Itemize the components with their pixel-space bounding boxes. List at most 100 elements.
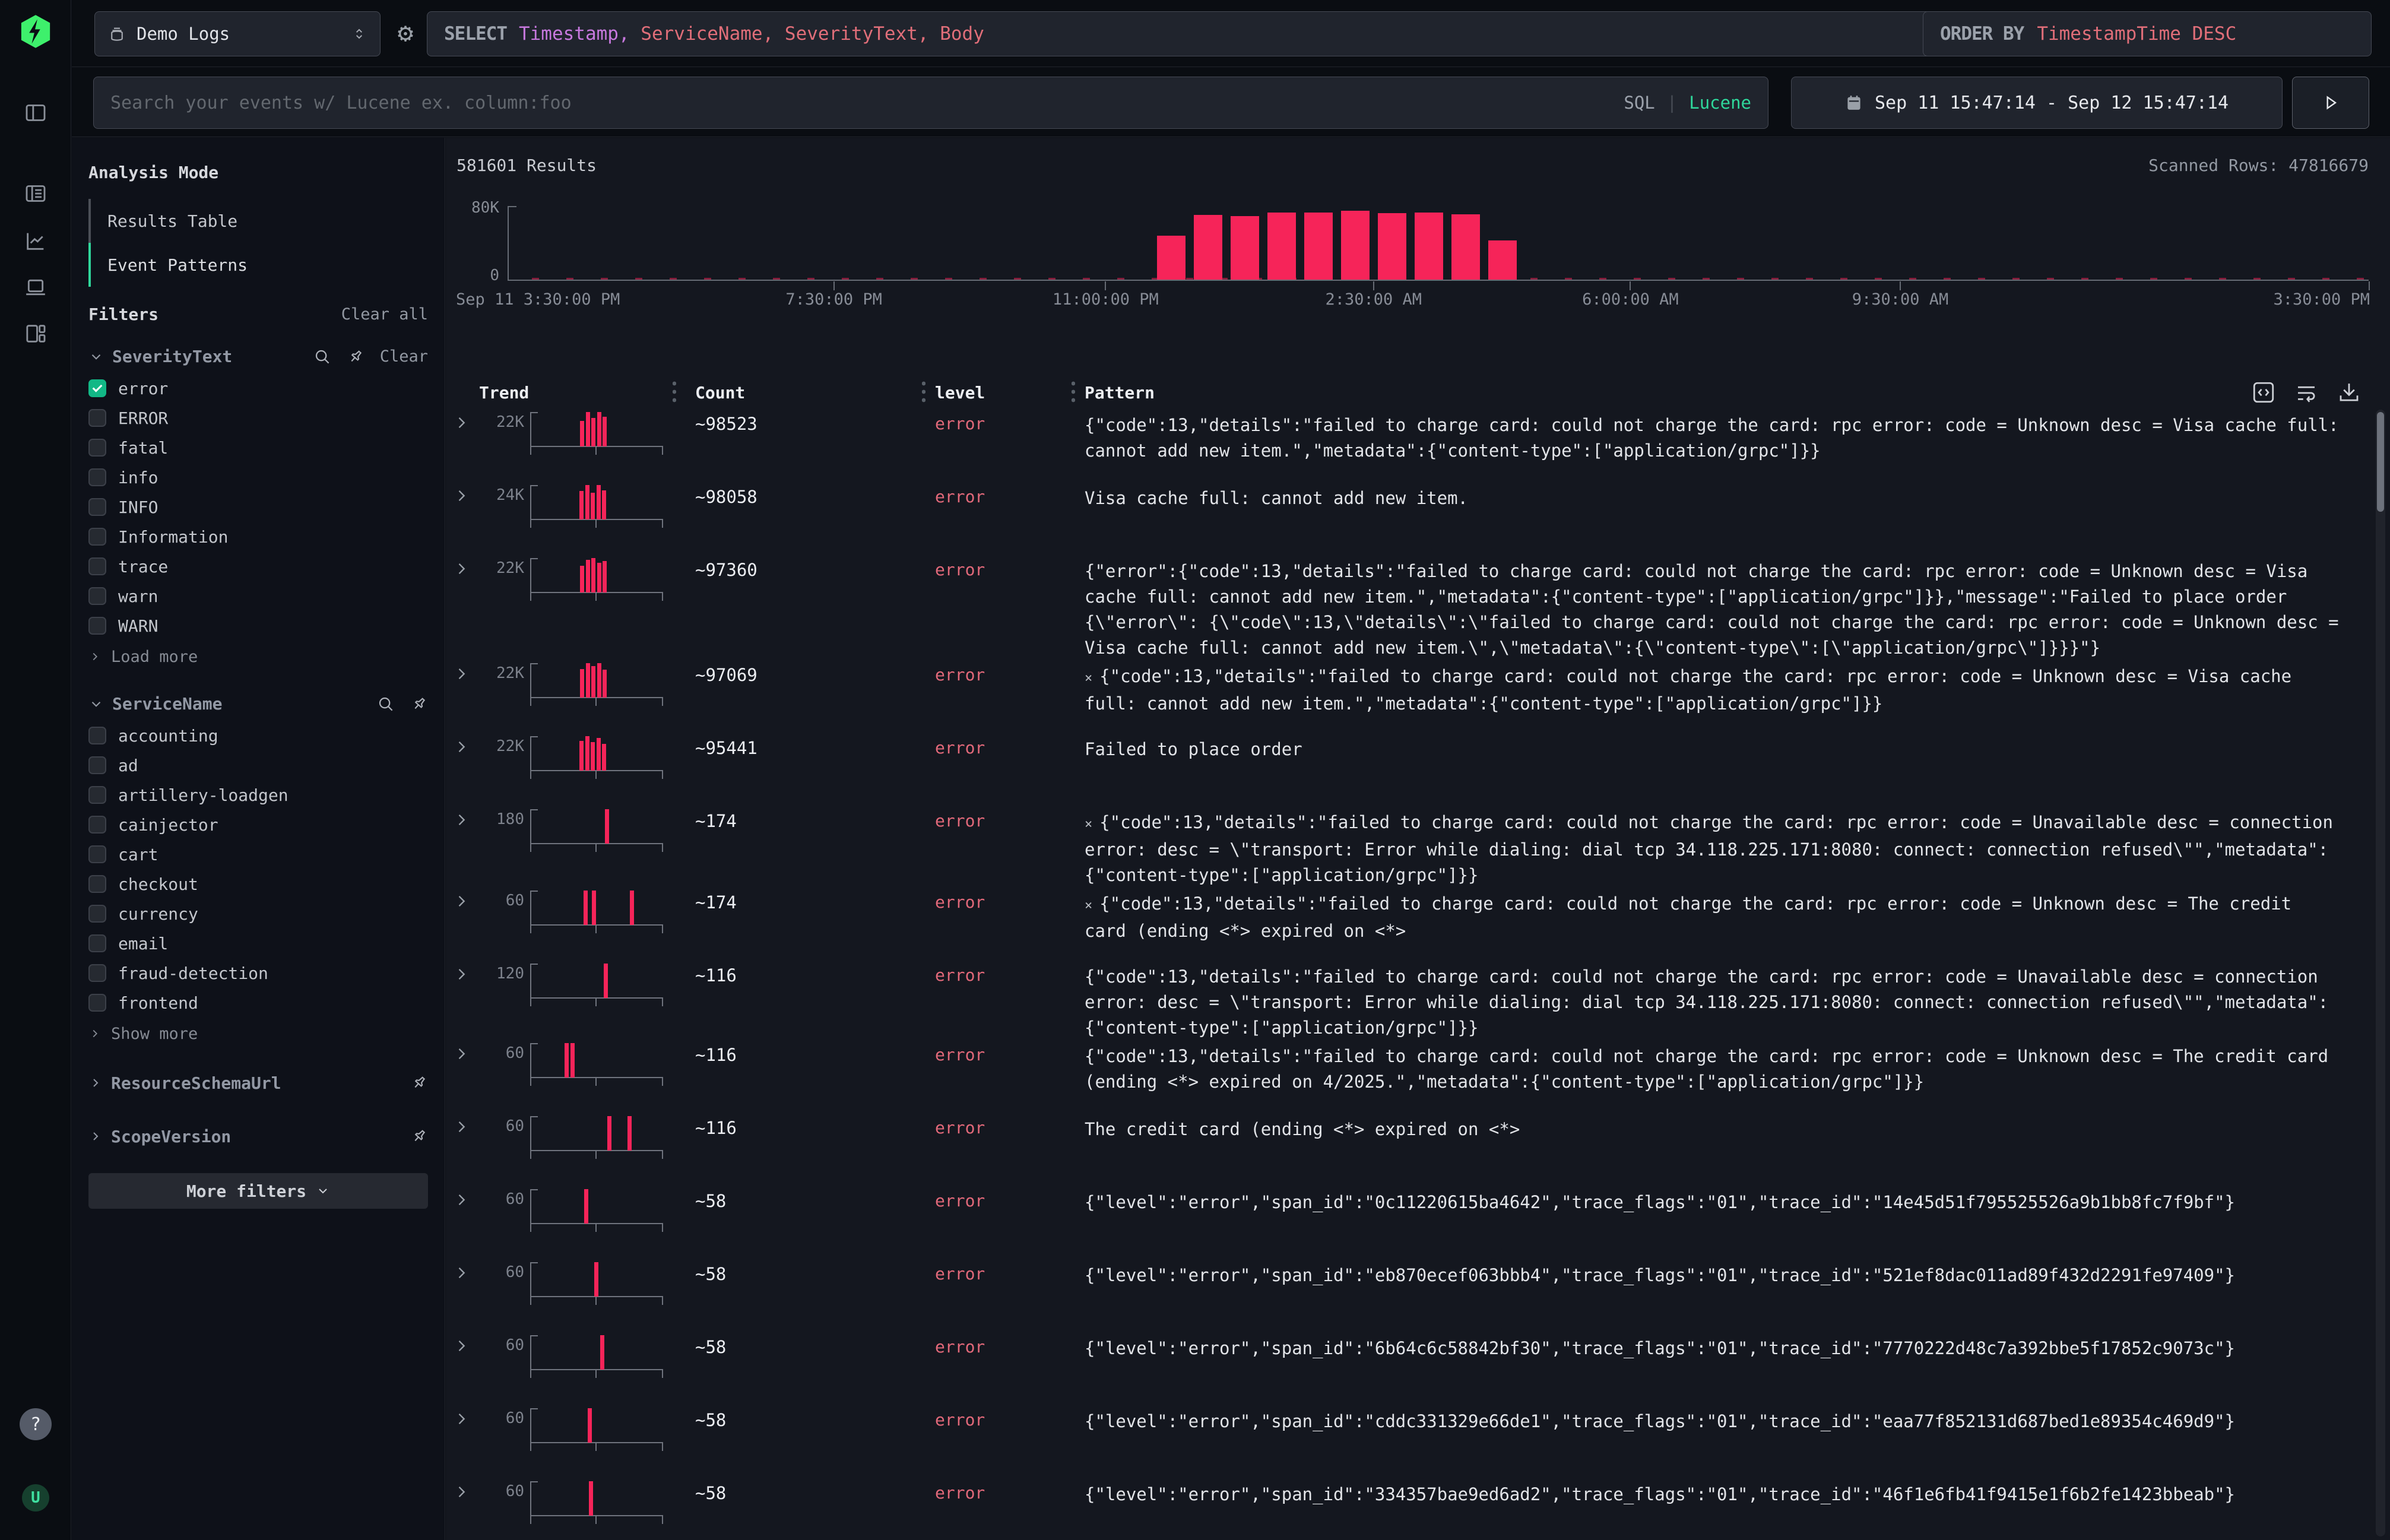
pin-icon[interactable] xyxy=(410,1127,428,1145)
filter-option[interactable]: fatal xyxy=(88,433,428,462)
pattern-row[interactable]: 22K ~97069 error ×{"code":13,"details":"… xyxy=(446,661,2390,734)
row-expand-chevron-icon[interactable] xyxy=(453,1260,479,1281)
search-input[interactable] xyxy=(110,93,1624,113)
histogram-bar[interactable] xyxy=(1267,213,1296,280)
filter-option[interactable]: currency xyxy=(88,899,428,929)
column-grip-icon[interactable] xyxy=(673,380,676,405)
group-clear-link[interactable]: Clear xyxy=(380,347,428,366)
mode-event-patterns[interactable]: Event Patterns xyxy=(88,243,428,287)
histogram-bar[interactable] xyxy=(1157,236,1186,280)
pattern-row[interactable]: 60 ~174 error ×{"code":13,"details":"fai… xyxy=(446,888,2390,961)
pattern-cell[interactable]: {"level":"error","span_id":"0c11220615ba… xyxy=(1068,1187,2390,1215)
vertical-scrollbar[interactable] xyxy=(2376,410,2385,1536)
pattern-row[interactable]: 60 ~58 error {"level":"error","span_id":… xyxy=(446,1333,2390,1406)
row-expand-chevron-icon[interactable] xyxy=(453,1333,479,1354)
pattern-cell[interactable]: Failed to place order xyxy=(1068,734,2390,762)
checkbox-unchecked[interactable] xyxy=(88,468,106,486)
column-grip-icon[interactable] xyxy=(1072,380,1075,405)
row-expand-chevron-icon[interactable] xyxy=(453,961,479,983)
time-range-picker[interactable]: Sep 11 15:47:14 - Sep 12 15:47:14 xyxy=(1791,77,2283,129)
checkbox-unchecked[interactable] xyxy=(88,905,106,923)
run-query-button[interactable] xyxy=(2292,77,2369,129)
pattern-cell[interactable]: Visa cache full: cannot add new item. xyxy=(1068,483,2390,511)
pattern-cell[interactable]: ×{"code":13,"details":"failed to charge … xyxy=(1068,888,2390,944)
checkbox-unchecked[interactable] xyxy=(88,727,106,744)
pin-icon[interactable] xyxy=(410,1074,428,1092)
pin-icon[interactable] xyxy=(347,348,364,366)
checkbox-unchecked[interactable] xyxy=(88,498,106,516)
filter-option[interactable]: accounting xyxy=(88,721,428,750)
filter-option[interactable]: ad xyxy=(88,750,428,780)
filter-option[interactable]: INFO xyxy=(88,492,428,522)
histogram-bar[interactable] xyxy=(1415,213,1443,280)
pattern-row[interactable]: 60 ~58 error {"level":"error","span_id":… xyxy=(446,1406,2390,1479)
filter-group-servicename[interactable]: ServiceName xyxy=(88,694,428,714)
exclude-x-icon[interactable]: × xyxy=(1085,817,1092,832)
filter-option[interactable]: WARN xyxy=(88,611,428,641)
row-expand-chevron-icon[interactable] xyxy=(453,1041,479,1062)
filter-option[interactable]: cainjector xyxy=(88,810,428,839)
dashboards-icon[interactable] xyxy=(23,321,49,347)
filter-group-resourceschemaurl[interactable]: ResourceSchemaUrl xyxy=(88,1064,428,1102)
pattern-cell[interactable]: {"code":13,"details":"failed to charge c… xyxy=(1068,1041,2390,1095)
search-logs-icon[interactable] xyxy=(23,180,49,207)
checkbox-unchecked[interactable] xyxy=(88,409,106,427)
checkbox-unchecked[interactable] xyxy=(88,557,106,575)
sidebar-toggle-icon[interactable] xyxy=(23,100,49,126)
toggle-lucene[interactable]: Lucene xyxy=(1689,93,1751,113)
filter-option[interactable]: artillery-loadgen xyxy=(88,780,428,810)
row-expand-chevron-icon[interactable] xyxy=(453,1187,479,1208)
row-expand-chevron-icon[interactable] xyxy=(453,661,479,682)
chart-explorer-icon[interactable] xyxy=(23,228,49,254)
row-expand-chevron-icon[interactable] xyxy=(453,1406,479,1427)
source-select[interactable]: Demo Logs xyxy=(94,11,381,56)
histogram-bar[interactable] xyxy=(1194,215,1222,280)
user-avatar[interactable]: U xyxy=(22,1484,49,1512)
row-expand-chevron-icon[interactable] xyxy=(453,1479,479,1500)
gear-icon[interactable]: ⚙ xyxy=(390,18,421,49)
download-icon[interactable] xyxy=(2337,380,2362,405)
histogram-bar[interactable] xyxy=(1488,240,1517,280)
checkbox-unchecked[interactable] xyxy=(88,964,106,982)
row-expand-chevron-icon[interactable] xyxy=(453,807,479,828)
search-icon[interactable] xyxy=(377,695,395,713)
pattern-cell[interactable]: {"error":{"code":13,"details":"failed to… xyxy=(1068,556,2390,661)
pattern-row[interactable]: 22K ~95441 error Failed to place order xyxy=(446,734,2390,807)
filter-option[interactable]: email xyxy=(88,929,428,958)
row-expand-chevron-icon[interactable] xyxy=(453,410,479,431)
chevron-down-icon[interactable] xyxy=(88,696,104,712)
checkbox-unchecked[interactable] xyxy=(88,994,106,1012)
pattern-row[interactable]: 180 ~174 error ×{"code":13,"details":"fa… xyxy=(446,807,2390,888)
select-query-input[interactable]: SELECT Timestamp, ServiceName, SeverityT… xyxy=(427,11,1970,56)
column-header-pattern[interactable]: Pattern xyxy=(1068,383,2390,403)
show-more-link[interactable]: Show more xyxy=(88,1019,428,1048)
pattern-cell[interactable]: {"level":"error","span_id":"334357bae9ed… xyxy=(1068,1479,2390,1507)
filter-option[interactable]: trace xyxy=(88,552,428,581)
pattern-row[interactable]: 120 ~116 error {"code":13,"details":"fai… xyxy=(446,961,2390,1041)
checkbox-unchecked[interactable] xyxy=(88,756,106,774)
pattern-cell[interactable]: {"level":"error","span_id":"cddc331329e6… xyxy=(1068,1406,2390,1434)
pattern-row[interactable]: 22K ~97360 error {"error":{"code":13,"de… xyxy=(446,556,2390,661)
checkbox-unchecked[interactable] xyxy=(88,845,106,863)
pattern-cell[interactable]: {"code":13,"details":"failed to charge c… xyxy=(1068,410,2390,464)
checkbox-unchecked[interactable] xyxy=(88,875,106,893)
filter-option[interactable]: fraud-detection xyxy=(88,958,428,988)
pattern-row[interactable]: 24K ~98058 error Visa cache full: cannot… xyxy=(446,483,2390,556)
checkbox-unchecked[interactable] xyxy=(88,786,106,804)
pattern-cell[interactable]: {"code":13,"details":"failed to charge c… xyxy=(1068,961,2390,1041)
events-histogram[interactable]: 80K 0 Sep 11 3:30:00 PM7:30:00 PM11:00:0… xyxy=(508,206,2369,280)
pattern-row[interactable]: 60 ~116 error The credit card (ending <*… xyxy=(446,1114,2390,1187)
histogram-bar[interactable] xyxy=(1451,214,1480,280)
more-filters-button[interactable]: More filters xyxy=(88,1173,428,1209)
pattern-row[interactable]: 60 ~58 error {"level":"error","span_id":… xyxy=(446,1187,2390,1260)
histogram-bar[interactable] xyxy=(1304,213,1333,280)
histogram-bar[interactable] xyxy=(1341,211,1370,280)
filter-option[interactable]: error xyxy=(88,373,428,403)
pattern-row[interactable]: 60 ~58 error {"level":"error","span_id":… xyxy=(446,1260,2390,1333)
load-more-link[interactable]: Load more xyxy=(88,642,428,671)
pattern-cell[interactable]: ×{"code":13,"details":"failed to charge … xyxy=(1068,807,2390,888)
checkbox-unchecked[interactable] xyxy=(88,439,106,457)
pattern-cell[interactable]: {"level":"error","span_id":"eb870ecef063… xyxy=(1068,1260,2390,1288)
histogram-bar[interactable] xyxy=(1378,213,1406,280)
code-view-icon[interactable] xyxy=(2251,380,2276,405)
